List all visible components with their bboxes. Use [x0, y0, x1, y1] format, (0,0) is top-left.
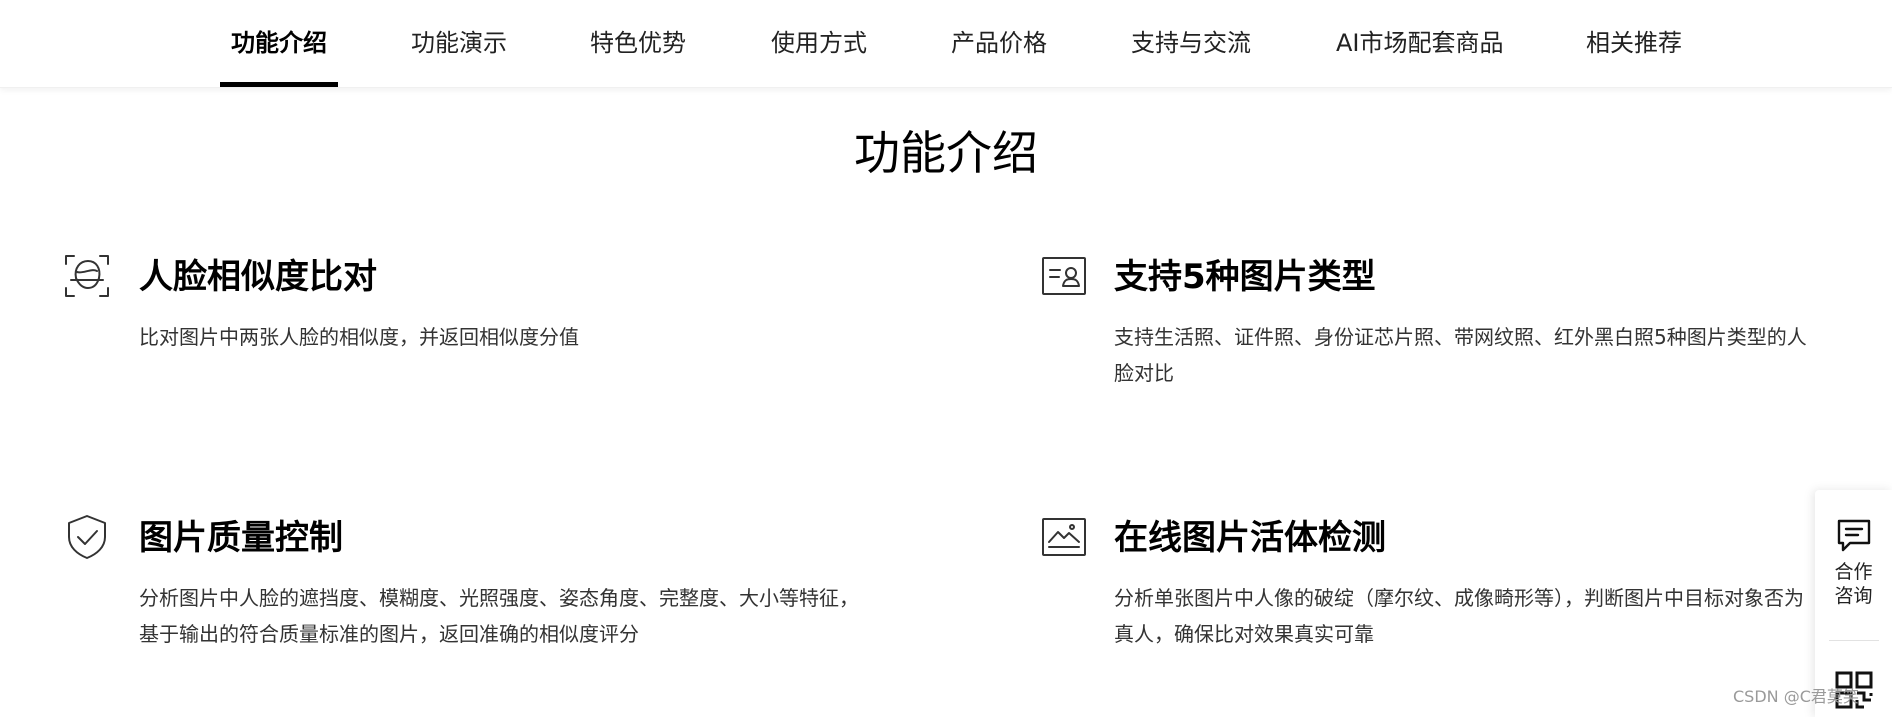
- face-scan-icon: [63, 252, 111, 300]
- tab-feature-demo[interactable]: 功能演示: [411, 0, 507, 87]
- watermark: CSDN @C君莫笑: [1733, 687, 1859, 706]
- top-nav: 功能介绍 功能演示 特色优势 使用方式 产品价格 支持与交流 AI市场配套商品 …: [0, 0, 1892, 88]
- feature-description: 比对图片中两张人脸的相似度，并返回相似度分值: [139, 325, 579, 349]
- feature-title: 支持5种图片类型: [1114, 257, 1376, 297]
- feature-description: 分析图片中人脸的遮挡度、模糊度、光照强度、姿态角度、完整度、大小等特征，基于输出…: [139, 586, 859, 646]
- tab-advantages[interactable]: 特色优势: [590, 0, 686, 87]
- tab-support[interactable]: 支持与交流: [1131, 0, 1251, 87]
- feature-title: 在线图片活体检测: [1114, 518, 1386, 558]
- feature-description: 支持生活照、证件照、身份证芯片照、带网纹照、红外黑白照5种图片类型的人脸对比: [1114, 325, 1807, 385]
- chat-message-icon: [1836, 518, 1872, 554]
- feature-title: 图片质量控制: [139, 518, 343, 558]
- feature-title: 人脸相似度比对: [139, 257, 377, 297]
- tab-ai-market[interactable]: AI市场配套商品: [1336, 0, 1504, 87]
- consult-button[interactable]: 合作咨询: [1815, 518, 1892, 608]
- tab-feature-intro[interactable]: 功能介绍: [231, 0, 327, 87]
- tab-pricing[interactable]: 产品价格: [951, 0, 1047, 87]
- shield-check-icon: [63, 513, 111, 561]
- side-float-panel: 合作咨询: [1815, 490, 1892, 717]
- feature-description: 分析单张图片中人像的破绽（摩尔纹、成像畸形等），判断图片中目标对象否为真人，确保…: [1114, 586, 1804, 646]
- divider: [1829, 640, 1879, 641]
- active-tab-indicator: [220, 82, 338, 87]
- id-card-icon: [1040, 252, 1088, 300]
- section-title: 功能介绍: [854, 126, 1038, 180]
- consult-label: 合作咨询: [1834, 561, 1873, 607]
- tab-recommend[interactable]: 相关推荐: [1586, 0, 1682, 87]
- tab-usage[interactable]: 使用方式: [771, 0, 867, 87]
- image-liveness-icon: [1040, 513, 1088, 561]
